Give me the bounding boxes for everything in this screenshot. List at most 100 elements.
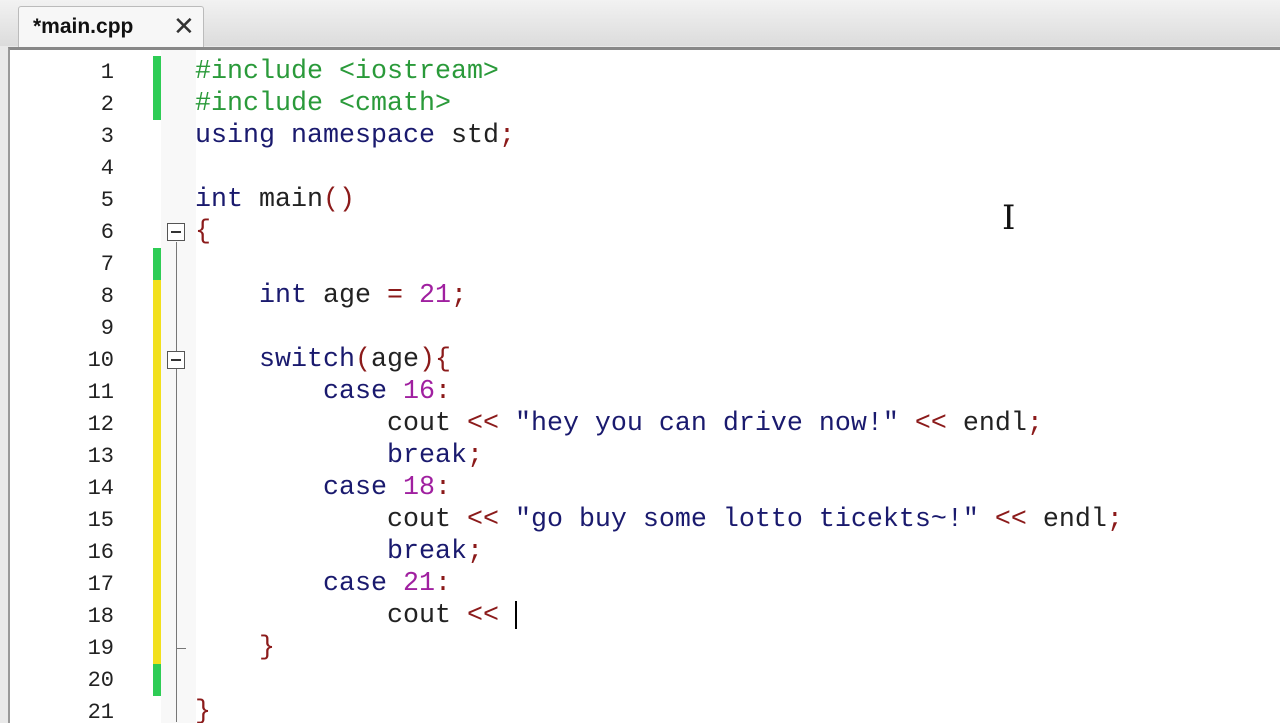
token-kw: int xyxy=(259,281,323,311)
token-num: 16 xyxy=(402,377,435,407)
change-marker-modified xyxy=(153,600,161,632)
token-op: ( xyxy=(354,345,371,375)
code-line[interactable]: int main() xyxy=(195,184,355,216)
code-line[interactable]: case 16: xyxy=(195,376,451,408)
tab-bar: *main.cpp ✕ xyxy=(0,0,1280,47)
token-num: 21 xyxy=(402,569,435,599)
token-op: { xyxy=(195,217,211,247)
close-icon[interactable]: ✕ xyxy=(173,11,195,42)
line-number: 5 xyxy=(100,188,114,213)
token-op: ; xyxy=(466,537,483,567)
line-number: 13 xyxy=(87,444,114,469)
token-op: = xyxy=(387,281,419,311)
code-line[interactable]: cout << xyxy=(195,600,517,632)
token-op: << xyxy=(466,601,515,631)
change-marker-modified xyxy=(153,632,161,664)
change-marker-modified xyxy=(153,568,161,600)
line-number: 2 xyxy=(100,92,114,117)
token-id: cout xyxy=(195,409,467,439)
change-marker-modified xyxy=(153,440,161,472)
code-line[interactable]: switch(age){ xyxy=(195,344,451,376)
token-op: << xyxy=(994,505,1043,535)
change-marker-modified xyxy=(153,504,161,536)
line-number: 9 xyxy=(100,316,114,341)
fold-end-marker xyxy=(176,648,186,649)
token-id: endl xyxy=(1042,505,1107,535)
tab-main-cpp[interactable]: *main.cpp ✕ xyxy=(18,6,204,47)
token-kw: case xyxy=(322,377,403,407)
change-marker-modified xyxy=(153,312,161,344)
token-id xyxy=(195,569,323,599)
line-number: 4 xyxy=(100,156,114,181)
token-op: ; xyxy=(498,121,515,151)
line-number: 17 xyxy=(87,572,114,597)
fold-toggle-icon[interactable] xyxy=(167,351,185,369)
change-marker-modified xyxy=(153,280,161,312)
text-caret xyxy=(514,600,517,629)
token-kw: break xyxy=(386,537,467,567)
token-kw: switch xyxy=(259,345,355,375)
token-num: 21 xyxy=(419,281,451,311)
fold-margin xyxy=(161,50,196,723)
change-marker-modified xyxy=(153,408,161,440)
change-marker-modified xyxy=(153,376,161,408)
token-op: : xyxy=(434,473,451,503)
token-id xyxy=(195,633,259,663)
token-id xyxy=(195,281,259,311)
token-num: 18 xyxy=(402,473,435,503)
token-op: << xyxy=(914,409,963,439)
line-number: 19 xyxy=(87,636,114,661)
line-number: 11 xyxy=(87,380,114,405)
code-line[interactable]: using namespace std; xyxy=(195,120,515,152)
token-op: ; xyxy=(466,441,483,471)
token-id xyxy=(195,473,323,503)
code-line[interactable]: } xyxy=(195,696,211,723)
token-kw: case xyxy=(322,473,403,503)
line-number: 3 xyxy=(100,124,114,149)
change-marker-modified xyxy=(153,536,161,568)
fold-toggle-icon[interactable] xyxy=(167,223,185,241)
code-line[interactable]: { xyxy=(195,216,211,248)
code-line[interactable]: case 21: xyxy=(195,568,451,600)
change-marker-modified xyxy=(153,472,161,504)
text-cursor-ibeam-icon: I xyxy=(1002,198,1016,238)
code-line[interactable]: #include <cmath> xyxy=(195,88,451,120)
token-op: ; xyxy=(451,281,467,311)
code-editor[interactable]: 1 #include <iostream> 2 #include <cmath> 3 us… xyxy=(8,47,1280,723)
line-number: 8 xyxy=(100,284,114,309)
change-marker-saved xyxy=(153,664,161,696)
line-number: 10 xyxy=(87,348,114,373)
token-kw: case xyxy=(322,569,403,599)
code-line[interactable]: } xyxy=(195,632,275,664)
code-line[interactable]: int age = 21; xyxy=(195,280,467,312)
code-line[interactable]: cout << "hey you can drive now!" << endl… xyxy=(195,408,1043,440)
token-str: "go buy some lotto ticekts~!" xyxy=(514,505,995,535)
token-id: main xyxy=(259,185,323,215)
change-marker-saved xyxy=(153,88,161,120)
tab-label: *main.cpp xyxy=(33,15,134,38)
token-id xyxy=(195,377,323,407)
code-line[interactable]: break; xyxy=(195,536,483,568)
change-marker-saved xyxy=(153,248,161,280)
code-line[interactable]: #include <iostream> xyxy=(195,56,499,88)
code-line[interactable]: cout << "go buy some lotto ticekts~!" <<… xyxy=(195,504,1123,536)
token-op: } xyxy=(195,697,211,723)
token-op: << xyxy=(466,505,515,535)
code-line[interactable]: break; xyxy=(195,440,483,472)
change-marker-modified xyxy=(153,344,161,376)
line-number: 14 xyxy=(87,476,114,501)
line-number: 6 xyxy=(100,220,114,245)
token-id: age xyxy=(323,281,387,311)
token-kw: int xyxy=(195,185,259,215)
line-number: 7 xyxy=(100,252,114,277)
token-id: std xyxy=(450,121,499,151)
token-kw: using namespace xyxy=(195,121,451,151)
token-id xyxy=(195,441,387,471)
token-pp: #include <cmath> xyxy=(195,89,451,119)
line-number: 1 xyxy=(100,60,114,85)
token-op: ; xyxy=(1026,409,1043,439)
line-number: 12 xyxy=(87,412,114,437)
change-marker-saved xyxy=(153,56,161,88)
line-number: 20 xyxy=(87,668,114,693)
code-line[interactable]: case 18: xyxy=(195,472,451,504)
